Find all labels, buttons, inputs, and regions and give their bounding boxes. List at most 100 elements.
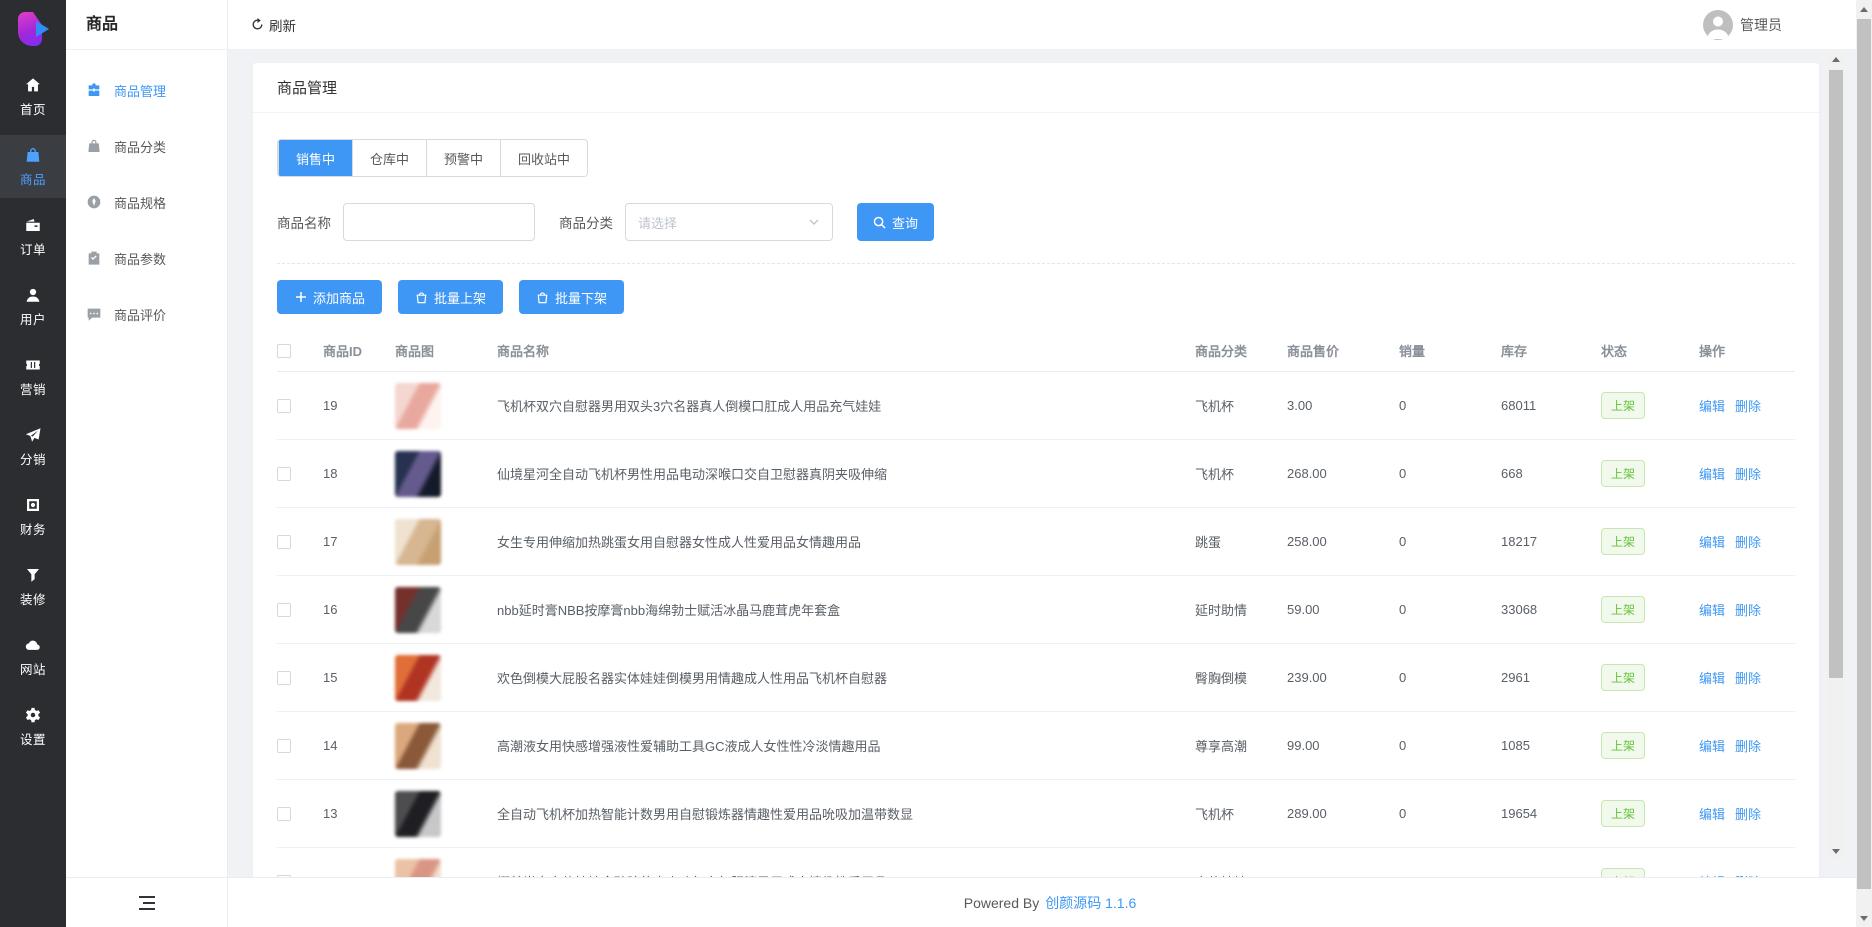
row-checkbox[interactable] [277, 535, 291, 549]
product-category: 实体娃娃 [1195, 872, 1287, 877]
user-menu[interactable]: 管理员 [1703, 10, 1782, 40]
product-category: 臀胸倒模 [1195, 668, 1287, 687]
vendor-link[interactable]: 创颜源码 1.1.6 [1045, 893, 1136, 913]
product-category: 延时助情 [1195, 600, 1287, 619]
status-tab[interactable]: 回收站中 [500, 140, 587, 176]
product-image [395, 655, 441, 701]
status-badge: 上架 [1601, 528, 1645, 555]
search-button[interactable]: 查询 [857, 203, 934, 241]
briefcase-icon [86, 82, 102, 98]
sidebar-item-label: 首页 [20, 99, 46, 118]
secondary-nav: 商品管理 商品分类 商品规格 商品参数 商品评价 [66, 50, 227, 877]
row-checkbox[interactable] [277, 875, 291, 878]
page-title: 商品管理 [277, 77, 337, 98]
sidebar-item[interactable]: 营销 [0, 345, 66, 408]
panel-scrollbar[interactable] [1827, 50, 1845, 860]
delete-link[interactable]: 删除 [1735, 804, 1761, 823]
sidebar-item-label: 用户 [20, 309, 46, 328]
delete-link[interactable]: 删除 [1735, 736, 1761, 755]
scroll-down-arrow[interactable] [1827, 842, 1845, 860]
sidebar-item[interactable]: 分销 [0, 415, 66, 478]
scroll-up-arrow[interactable] [1827, 50, 1845, 68]
delete-link[interactable]: 删除 [1735, 464, 1761, 483]
submenu-item-label: 商品分类 [114, 137, 166, 156]
edit-link[interactable]: 编辑 [1699, 736, 1725, 755]
add-product-button[interactable]: 添加商品 [277, 280, 382, 314]
primary-sidebar: 首页 商品 订单 用户 营销 分销 [0, 0, 66, 927]
row-checkbox[interactable] [277, 467, 291, 481]
window-scroll-up-arrow[interactable] [1856, 0, 1872, 18]
category-select[interactable]: 请选择 [625, 203, 833, 241]
batch-off-shelf-button[interactable]: 批量下架 [519, 280, 624, 314]
row-checkbox[interactable] [277, 739, 291, 753]
delete-link[interactable]: 删除 [1735, 532, 1761, 551]
submenu-item[interactable]: 商品规格 [66, 174, 227, 230]
logo-icon [16, 10, 50, 48]
delete-link[interactable]: 删除 [1735, 872, 1761, 877]
app-logo[interactable] [0, 0, 66, 58]
add-product-label: 添加商品 [313, 288, 365, 307]
edit-link[interactable]: 编辑 [1699, 396, 1725, 415]
row-checkbox[interactable] [277, 603, 291, 617]
menu-fold-icon [139, 896, 155, 910]
sidebar-item[interactable]: 财务 [0, 485, 66, 548]
edit-link[interactable]: 编辑 [1699, 804, 1725, 823]
product-price: 59.00 [1287, 602, 1399, 617]
sidebar-item-label: 财务 [20, 519, 46, 538]
content-region: 商品管理 销售中 仓库中 预警中 [228, 50, 1872, 877]
product-id: 14 [323, 738, 395, 753]
sidebar-item[interactable]: 首页 [0, 65, 66, 128]
edit-link[interactable]: 编辑 [1699, 464, 1725, 483]
delete-link[interactable]: 删除 [1735, 600, 1761, 619]
sidebar-item[interactable]: 订单 [0, 205, 66, 268]
tab-label: 预警中 [444, 149, 483, 168]
row-checkbox[interactable] [277, 671, 291, 685]
product-stock: 35033 [1501, 874, 1601, 877]
select-all-checkbox[interactable] [277, 344, 291, 358]
sidebar-item[interactable]: 商品 [0, 135, 66, 198]
row-checkbox[interactable] [277, 807, 291, 821]
edit-link[interactable]: 编辑 [1699, 532, 1725, 551]
panel-scrollbar-thumb[interactable] [1829, 70, 1843, 678]
product-sales: 0 [1399, 806, 1501, 821]
edit-link[interactable]: 编辑 [1699, 600, 1725, 619]
order-icon [24, 216, 42, 234]
product-name: 高潮液女用快感增强液性爱辅助工具GC液成人女性性冷淡情趣用品 [497, 736, 1195, 755]
status-tab[interactable]: 仓库中 [352, 140, 426, 176]
product-category: 飞机杯 [1195, 464, 1287, 483]
product-stock: 668 [1501, 466, 1601, 481]
submenu-item[interactable]: 商品管理 [66, 62, 227, 118]
edit-link[interactable]: 编辑 [1699, 668, 1725, 687]
refresh-button[interactable]: 刷新 [250, 15, 296, 35]
submenu-item[interactable]: 商品评价 [66, 286, 227, 342]
product-id: 17 [323, 534, 395, 549]
product-name-input[interactable] [343, 203, 535, 241]
sidebar-item[interactable]: 装修 [0, 555, 66, 618]
product-stock: 33068 [1501, 602, 1601, 617]
user-icon [24, 286, 42, 304]
status-badge: 上架 [1601, 664, 1645, 691]
edit-link[interactable]: 编辑 [1699, 872, 1725, 877]
category-filter-label: 商品分类 [559, 212, 613, 232]
sidebar-item[interactable]: 网站 [0, 625, 66, 688]
product-stock: 18217 [1501, 534, 1601, 549]
row-checkbox[interactable] [277, 399, 291, 413]
secondary-sidebar: 商品 商品管理 商品分类 商品规格 商品参数 [66, 0, 228, 927]
delete-link[interactable]: 删除 [1735, 396, 1761, 415]
submenu-item[interactable]: 商品分类 [66, 118, 227, 174]
sidebar-item[interactable]: 设置 [0, 695, 66, 758]
status-tab[interactable]: 预警中 [426, 140, 500, 176]
product-sales: 0 [1399, 466, 1501, 481]
window-scrollbar[interactable] [1856, 0, 1872, 927]
delete-link[interactable]: 删除 [1735, 668, 1761, 687]
window-scroll-down-arrow[interactable] [1856, 909, 1872, 927]
plane-icon [24, 426, 42, 444]
window-scrollbar-thumb[interactable] [1857, 19, 1871, 889]
batch-on-shelf-button[interactable]: 批量上架 [398, 280, 503, 314]
collapse-menu-button[interactable] [66, 877, 227, 927]
bulk-actions: 添加商品 批量上架 批量下架 [277, 280, 1795, 314]
submenu-item[interactable]: 商品参数 [66, 230, 227, 286]
status-tab[interactable]: 销售中 [278, 140, 352, 176]
sidebar-item[interactable]: 用户 [0, 275, 66, 338]
status-badge: 上架 [1601, 392, 1645, 419]
